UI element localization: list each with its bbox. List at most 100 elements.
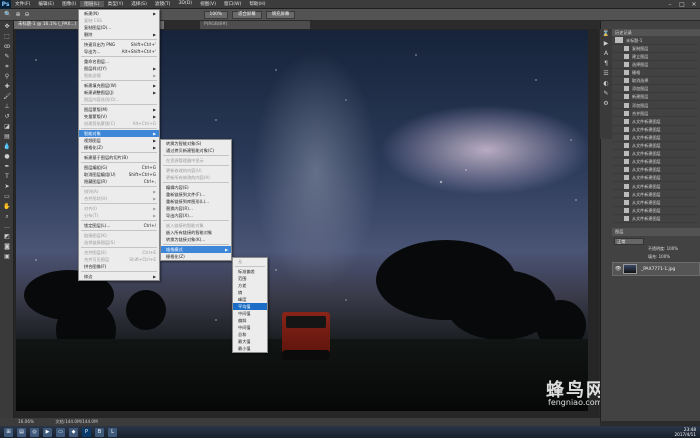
history-item[interactable]: 选择图层 bbox=[612, 61, 698, 69]
stack-mode-item[interactable]: 最小值 bbox=[233, 345, 267, 352]
stack-mode-item[interactable]: 标准偏差 bbox=[233, 268, 267, 275]
shape-tool-icon[interactable]: ▭ bbox=[2, 192, 12, 201]
screen-mode-icon[interactable]: ▣ bbox=[2, 252, 12, 261]
type-tool-icon[interactable]: T bbox=[2, 172, 12, 181]
layer-menu-item[interactable]: 图层内容选项(O)... bbox=[79, 96, 159, 103]
history-brush-tool-icon[interactable]: ↺ bbox=[2, 112, 12, 121]
menu-10[interactable]: 帮助(H) bbox=[245, 1, 269, 7]
smart-object-item[interactable]: 转换为链接对象(K)... bbox=[161, 236, 231, 243]
blend-mode-select[interactable]: 正常 bbox=[614, 238, 644, 245]
quick-select-tool-icon[interactable]: ✎ bbox=[2, 52, 12, 61]
more-tools-icon[interactable]: … bbox=[2, 222, 12, 231]
minimize-icon[interactable]: – bbox=[664, 0, 676, 9]
layer-menu-item[interactable]: 排列(A) ▶ bbox=[79, 188, 159, 195]
menu-7[interactable]: 3D(D) bbox=[174, 1, 196, 7]
lightroom-task-icon[interactable]: L bbox=[108, 427, 117, 437]
smart-object-item[interactable]: 重新链接到文件(F)... bbox=[161, 191, 231, 198]
app-icon[interactable]: ◆ bbox=[69, 427, 78, 437]
stack-mode-item[interactable]: 熵 bbox=[233, 289, 267, 296]
bridge-task-icon[interactable]: B bbox=[95, 427, 104, 437]
layer-menu-item[interactable]: 选择链接图层(S) bbox=[79, 239, 159, 246]
crop-tool-icon[interactable]: ⌗ bbox=[2, 62, 12, 71]
character-panel-icon[interactable]: A bbox=[601, 50, 611, 59]
eyedropper-tool-icon[interactable]: ⚲ bbox=[2, 72, 12, 81]
menu-2[interactable]: 图像(I) bbox=[58, 1, 80, 7]
stamp-tool-icon[interactable]: ⊥ bbox=[2, 102, 12, 111]
properties-panel-icon[interactable]: ☰ bbox=[601, 70, 611, 79]
document-tab-secondary[interactable]: P(RGB/8#) bbox=[200, 21, 310, 29]
menu-0[interactable]: 文件(F) bbox=[11, 1, 34, 7]
menu-4[interactable]: 类型(Y) bbox=[104, 1, 128, 7]
maximize-icon[interactable]: □ bbox=[676, 0, 688, 9]
menu-9[interactable]: 窗口(W) bbox=[220, 1, 245, 7]
zoom-level[interactable]: 16.06% bbox=[18, 419, 34, 424]
stack-mode-item[interactable]: 方差 bbox=[233, 282, 267, 289]
layer-menu-item[interactable]: 快速导出为 PNG Shift+Ctrl+' bbox=[79, 41, 159, 48]
lasso-tool-icon[interactable]: ꝏ bbox=[2, 42, 12, 51]
history-item[interactable]: 复制图层 bbox=[612, 45, 698, 53]
stack-mode-item[interactable]: 无 bbox=[233, 258, 267, 265]
visibility-eye-icon[interactable]: 👁 bbox=[615, 266, 621, 272]
history-item[interactable]: 从文件新建图层 bbox=[612, 118, 698, 126]
layer-menu-item[interactable]: 删除 ▶ bbox=[79, 31, 159, 38]
layer-menu-item[interactable]: 分布(T) ▶ bbox=[79, 212, 159, 219]
photoshop-task-icon[interactable]: P bbox=[82, 427, 91, 437]
history-item[interactable]: 建立图层 bbox=[612, 53, 698, 61]
eraser-tool-icon[interactable]: ◪ bbox=[2, 122, 12, 131]
smart-object-item[interactable]: 替换内容(R)... bbox=[161, 205, 231, 212]
folder-icon[interactable]: ▭ bbox=[56, 427, 65, 437]
stack-mode-item[interactable]: 最大值 bbox=[233, 338, 267, 345]
brush-tool-icon[interactable]: 🖌 bbox=[2, 92, 12, 101]
fit-screen-button[interactable]: 适合屏幕 bbox=[232, 10, 262, 19]
history-item[interactable]: 合并图层 bbox=[612, 110, 698, 118]
smart-object-item[interactable]: 在资源管理器中显示 bbox=[161, 157, 231, 164]
layer-menu-item[interactable]: 取消图层编组(U) Shift+Ctrl+G bbox=[79, 171, 159, 178]
history-item[interactable]: 从文件新建图层 bbox=[612, 126, 698, 134]
layer-menu-item[interactable]: 智能滤镜 ▶ bbox=[79, 72, 159, 79]
smart-object-item[interactable]: 重新链接到库图形(L)... bbox=[161, 198, 231, 205]
path-select-tool-icon[interactable]: ➤ bbox=[2, 182, 12, 191]
menu-1[interactable]: 编辑(E) bbox=[34, 1, 58, 7]
adjustments-panel-icon[interactable]: ◐ bbox=[601, 80, 611, 89]
fill-screen-button[interactable]: 填充屏幕 bbox=[265, 10, 296, 19]
fill-field[interactable]: 填充: 100% bbox=[648, 254, 670, 260]
layer-menu-item[interactable]: 新建填充图层(W) ▶ bbox=[79, 82, 159, 89]
gradient-tool-icon[interactable]: ▤ bbox=[2, 132, 12, 141]
history-item[interactable]: 从文件新建图层 bbox=[612, 183, 698, 191]
pen-tool-icon[interactable]: ✒ bbox=[2, 162, 12, 171]
zoom-100-button[interactable]: 100% bbox=[203, 10, 229, 19]
history-item[interactable]: 从文件新建图层 bbox=[612, 134, 698, 142]
color-swatch-icon[interactable]: ◩ bbox=[2, 232, 12, 241]
browser-icon[interactable]: ◎ bbox=[30, 427, 39, 437]
history-item[interactable]: 从文件新建图层 bbox=[612, 207, 698, 215]
start-button-icon[interactable]: ⊞ bbox=[4, 427, 13, 437]
layer-menu-item[interactable]: 对齐(I) ▶ bbox=[79, 205, 159, 212]
layer-row[interactable]: 👁 _PAX7771-1.jpg bbox=[612, 262, 700, 276]
media-icon[interactable]: ▶ bbox=[43, 427, 52, 437]
layer-menu-item[interactable]: 隐藏图层(R) Ctrl+, bbox=[79, 178, 159, 185]
layer-menu-item[interactable]: 合并可见图层 Shift+Ctrl+E bbox=[79, 256, 159, 263]
stack-mode-item[interactable]: 偏斜 bbox=[233, 317, 267, 324]
stack-mode-item[interactable]: 平均值 bbox=[233, 303, 267, 310]
layer-menu-item[interactable]: 锁定图层(L)... Ctrl+/ bbox=[79, 222, 159, 229]
layer-menu-item[interactable]: 新建基于图层的切片(B) bbox=[79, 154, 159, 161]
layer-menu-item[interactable]: 栅格化(Z) ▶ bbox=[79, 144, 159, 151]
layer-menu-item[interactable]: 矢量蒙版(V) ▶ bbox=[79, 113, 159, 120]
layer-menu-item[interactable]: 链接图层(K) bbox=[79, 232, 159, 239]
history-item[interactable]: 未标题-1 bbox=[612, 37, 698, 45]
layer-menu-item[interactable]: 新建调整图层(J) ▶ bbox=[79, 89, 159, 96]
layer-menu-item[interactable]: 创建剪贴蒙版(C) Alt+Ctrl+G bbox=[79, 120, 159, 127]
stack-mode-item[interactable]: 中间值 bbox=[233, 310, 267, 317]
layer-menu-item[interactable]: 图层蒙版(M) ▶ bbox=[79, 106, 159, 113]
smart-object-item[interactable]: 嵌入所有链接的智能对象 bbox=[161, 229, 231, 236]
history-item[interactable]: 从文件新建图层 bbox=[612, 191, 698, 199]
blur-tool-icon[interactable]: 💧 bbox=[2, 142, 12, 151]
history-item[interactable]: 从文件新建图层 bbox=[612, 175, 698, 183]
history-item[interactable]: 从文件新建图层 bbox=[612, 159, 698, 167]
smart-object-item[interactable]: 栅格化(Z) bbox=[161, 253, 231, 260]
move-tool-icon[interactable]: ✥ bbox=[2, 22, 12, 31]
opacity-field[interactable]: 不透明度: 100% bbox=[648, 246, 678, 252]
layer-menu-item[interactable]: 拼合图像(F) bbox=[79, 263, 159, 270]
menu-5[interactable]: 选择(S) bbox=[127, 1, 151, 7]
layer-menu-item[interactable]: 图层样式(Y) ▶ bbox=[79, 65, 159, 72]
